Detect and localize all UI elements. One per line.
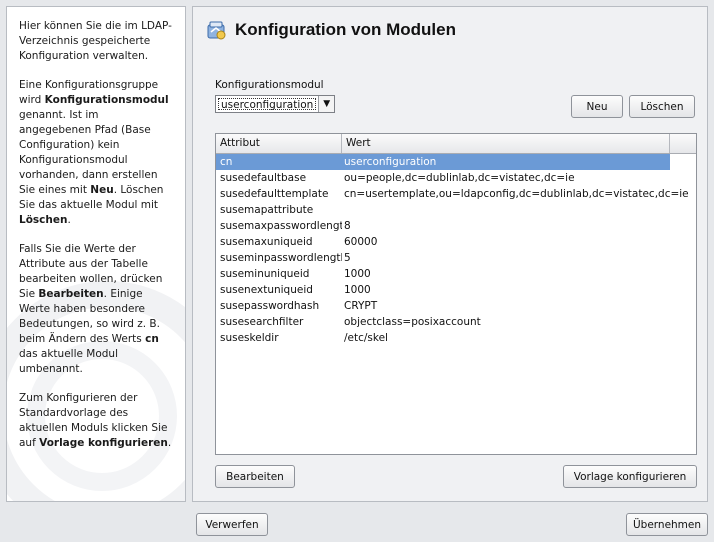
table-row[interactable]: suseminpasswordlength 5 xyxy=(216,250,696,266)
column-header-value[interactable]: Wert xyxy=(342,134,670,153)
table-row[interactable]: susedefaulttemplate cn=usertemplate,ou=ld… xyxy=(216,186,696,202)
help-paragraph-template: Zum Konfigurieren der Standardvorlage de… xyxy=(19,392,172,449)
module-select-value: userconfiguration xyxy=(218,98,317,111)
table-row[interactable]: susesearchfilter objectclass=posixaccount xyxy=(216,314,696,330)
table-row[interactable]: susemapattribute xyxy=(216,202,696,218)
help-paragraph-edit: Falls Sie die Werte der Attribute aus de… xyxy=(19,243,163,375)
new-button[interactable]: Neu xyxy=(571,95,623,118)
table-row[interactable]: suseminuniqueid 1000 xyxy=(216,266,696,282)
module-label: Konfigurationsmodul xyxy=(215,79,324,91)
table-row[interactable]: susenextuniqueid 1000 xyxy=(216,282,696,298)
module-config-panel: Konfiguration von Modulen Konfigurations… xyxy=(192,6,708,502)
help-panel: Hier können Sie die im LDAP-Verzeichnis … xyxy=(6,6,186,502)
dialog-button-bar: Verwerfen Übernehmen xyxy=(0,506,714,542)
table-row[interactable]: cn userconfiguration xyxy=(216,154,670,170)
title-row: Konfiguration von Modulen xyxy=(205,17,456,43)
module-select[interactable]: userconfiguration ▼ xyxy=(215,95,335,113)
chevron-down-icon[interactable]: ▼ xyxy=(318,96,334,112)
column-header-attribute[interactable]: Attribut xyxy=(216,134,342,153)
table-row[interactable]: susepasswordhash CRYPT xyxy=(216,298,696,314)
table-row[interactable]: susedefaultbase ou=people,dc=dublinlab,dc… xyxy=(216,170,696,186)
table-row[interactable]: susemaxpasswordlength 8 xyxy=(216,218,696,234)
edit-button[interactable]: Bearbeiten xyxy=(215,465,295,488)
column-header-spacer xyxy=(670,134,696,153)
configuration-module-icon xyxy=(207,21,226,40)
apply-button[interactable]: Übernehmen xyxy=(626,513,708,536)
page-title: Konfiguration von Modulen xyxy=(235,20,456,39)
configure-template-button[interactable]: Vorlage konfigurieren xyxy=(563,465,697,488)
table-row[interactable]: susemaxuniqueid 60000 xyxy=(216,234,696,250)
help-paragraph-module: Eine Konfigurationsgruppe wird Konfigura… xyxy=(19,79,169,226)
table-header: Attribut Wert xyxy=(216,134,696,154)
delete-button[interactable]: Löschen xyxy=(629,95,695,118)
attribute-table[interactable]: Attribut Wert cn userconfiguration susede… xyxy=(215,133,697,455)
help-paragraph-intro: Hier können Sie die im LDAP-Verzeichnis … xyxy=(19,20,172,62)
table-row[interactable]: suseskeldir/etc/skel xyxy=(216,330,696,346)
discard-button[interactable]: Verwerfen xyxy=(196,513,268,536)
